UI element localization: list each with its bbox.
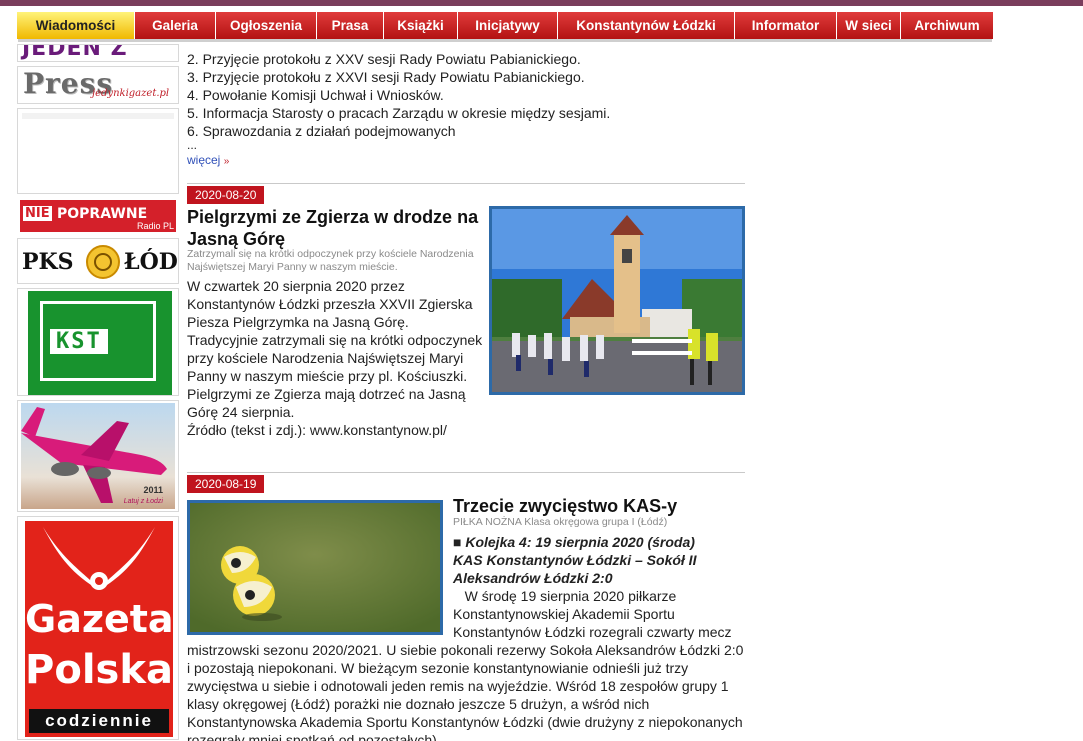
agenda-item: 2. Przyjęcie protokołu z XXV sesji Rady … [187, 51, 581, 67]
article-title[interactable]: Pielgrzymi ze Zgierza w drodze na Jasną … [187, 206, 483, 250]
nav-item-ksiazki[interactable]: Książki [384, 12, 458, 39]
nav-item-prasa[interactable]: Prasa [317, 12, 384, 39]
agenda-item: 5. Informacja Starosty o pracach Zarządu… [187, 105, 611, 121]
read-more-label: więcej [187, 153, 221, 167]
banner-kst-background: KST [28, 291, 172, 395]
chevron-right-icon: » [223, 156, 230, 167]
eagle-emblem-icon [43, 527, 155, 590]
article-lead: ■ Kolejka 4: 19 sierpnia 2020 (środa) KA… [453, 534, 697, 586]
nav-item-ogloszenia[interactable]: Ogłoszenia [216, 12, 317, 39]
article-date-badge: 2020-08-19 [187, 475, 265, 493]
article-body: W środę 19 sierpnia 2020 piłkarze Konsta… [187, 587, 745, 741]
banner-sky-background: 2011 Latuj z Łodzi [21, 403, 175, 509]
banner-wizz-airplane[interactable]: 2011 Latuj z Łodzi [17, 400, 179, 512]
agenda-item: 4. Powołanie Komisji Uchwał i Wniosków. [187, 87, 444, 103]
banner-radio-label: Radio PL [136, 221, 174, 231]
banner-empty-slot [17, 108, 179, 194]
article-body: W czwartek 20 sierpnia 2020 przez Konsta… [187, 277, 483, 439]
banner-press-url: jedynkigazet.pl [92, 88, 170, 99]
banner-kst[interactable]: KST [17, 288, 179, 396]
nav-item-konstantynow[interactable]: Konstantynów Łódzki [558, 12, 735, 39]
banner-pks-text: PKS [22, 249, 74, 275]
banner-lodz-text: ŁÓDŹ [124, 249, 178, 275]
banner-nie-poprawne-radio[interactable]: NIE POPRAWNE Radio PL [17, 198, 179, 234]
banner-placeholder [22, 113, 174, 119]
banner-gazeta-background: Gazeta Polska codziennie [25, 521, 174, 737]
nav-item-archiwum[interactable]: Archiwum [901, 12, 993, 39]
article-title[interactable]: Trzecie zwycięstwo KAS-y [453, 495, 745, 517]
banner-jeden-z-nas[interactable]: JEDEN Z NAS [17, 44, 179, 62]
read-more-link[interactable]: więcej » [187, 153, 229, 167]
pilgrims-photo-image [492, 209, 742, 392]
article-subtitle: PIŁKA NOŻNA Klasa okręgowa grupa I (Łódź… [453, 516, 668, 528]
banner-pks-lodz[interactable]: PKS ŁÓDŹ [17, 238, 179, 284]
agenda-item: 6. Sprawozdania z działań podejmowanych [187, 123, 456, 139]
banner-kst-text: KST [50, 329, 108, 354]
photo-wrap-spacer [187, 587, 453, 641]
article-subtitle: Zatrzymali się na krótki odpoczynek przy… [187, 248, 474, 273]
article-photo-pilgrims[interactable] [489, 206, 745, 395]
nav-item-informator[interactable]: Informator [735, 12, 837, 39]
article-separator [187, 472, 745, 473]
agenda-item: 3. Przyjęcie protokołu z XXVI sesji Rady… [187, 69, 585, 85]
top-accent-strip [0, 0, 1083, 6]
banner-wizz-year: 2011 [143, 485, 163, 495]
steering-wheel-icon [86, 245, 120, 279]
banner-gazeta-word: Gazeta [25, 597, 174, 641]
banner-jeden-text: JEDEN Z NAS [22, 44, 128, 61]
nav-item-w-sieci[interactable]: W sieci [837, 12, 901, 39]
banner-press[interactable]: Press jedynkigazet.pl [17, 66, 179, 104]
nav-item-wiadomosci[interactable]: Wiadomości [17, 12, 135, 39]
article-source: Źródło (tekst i zdj.): www.konstantynow.… [187, 422, 447, 438]
banner-wizz-slogan: Latuj z Łodzi [123, 498, 163, 505]
nav-item-inicjatywy[interactable]: Inicjatywy [458, 12, 558, 39]
article-separator [187, 183, 745, 184]
banner-gazeta-polska[interactable]: Gazeta Polska codziennie [17, 516, 179, 740]
article-body-text: W czwartek 20 sierpnia 2020 przez Konsta… [187, 278, 483, 420]
main-navigation: Wiadomości Galeria Ogłoszenia Prasa Ksią… [17, 12, 993, 39]
banner-nie-label: NIE [23, 206, 52, 221]
nav-item-galeria[interactable]: Galeria [135, 12, 216, 39]
banner-poprawne-label: POPRAWNE [57, 206, 148, 222]
banner-codziennie-bar: codziennie [29, 709, 169, 733]
banner-polska-word: Polska [25, 647, 173, 693]
article-date-badge: 2020-08-20 [187, 186, 265, 204]
agenda-ellipsis: ... [187, 138, 198, 152]
